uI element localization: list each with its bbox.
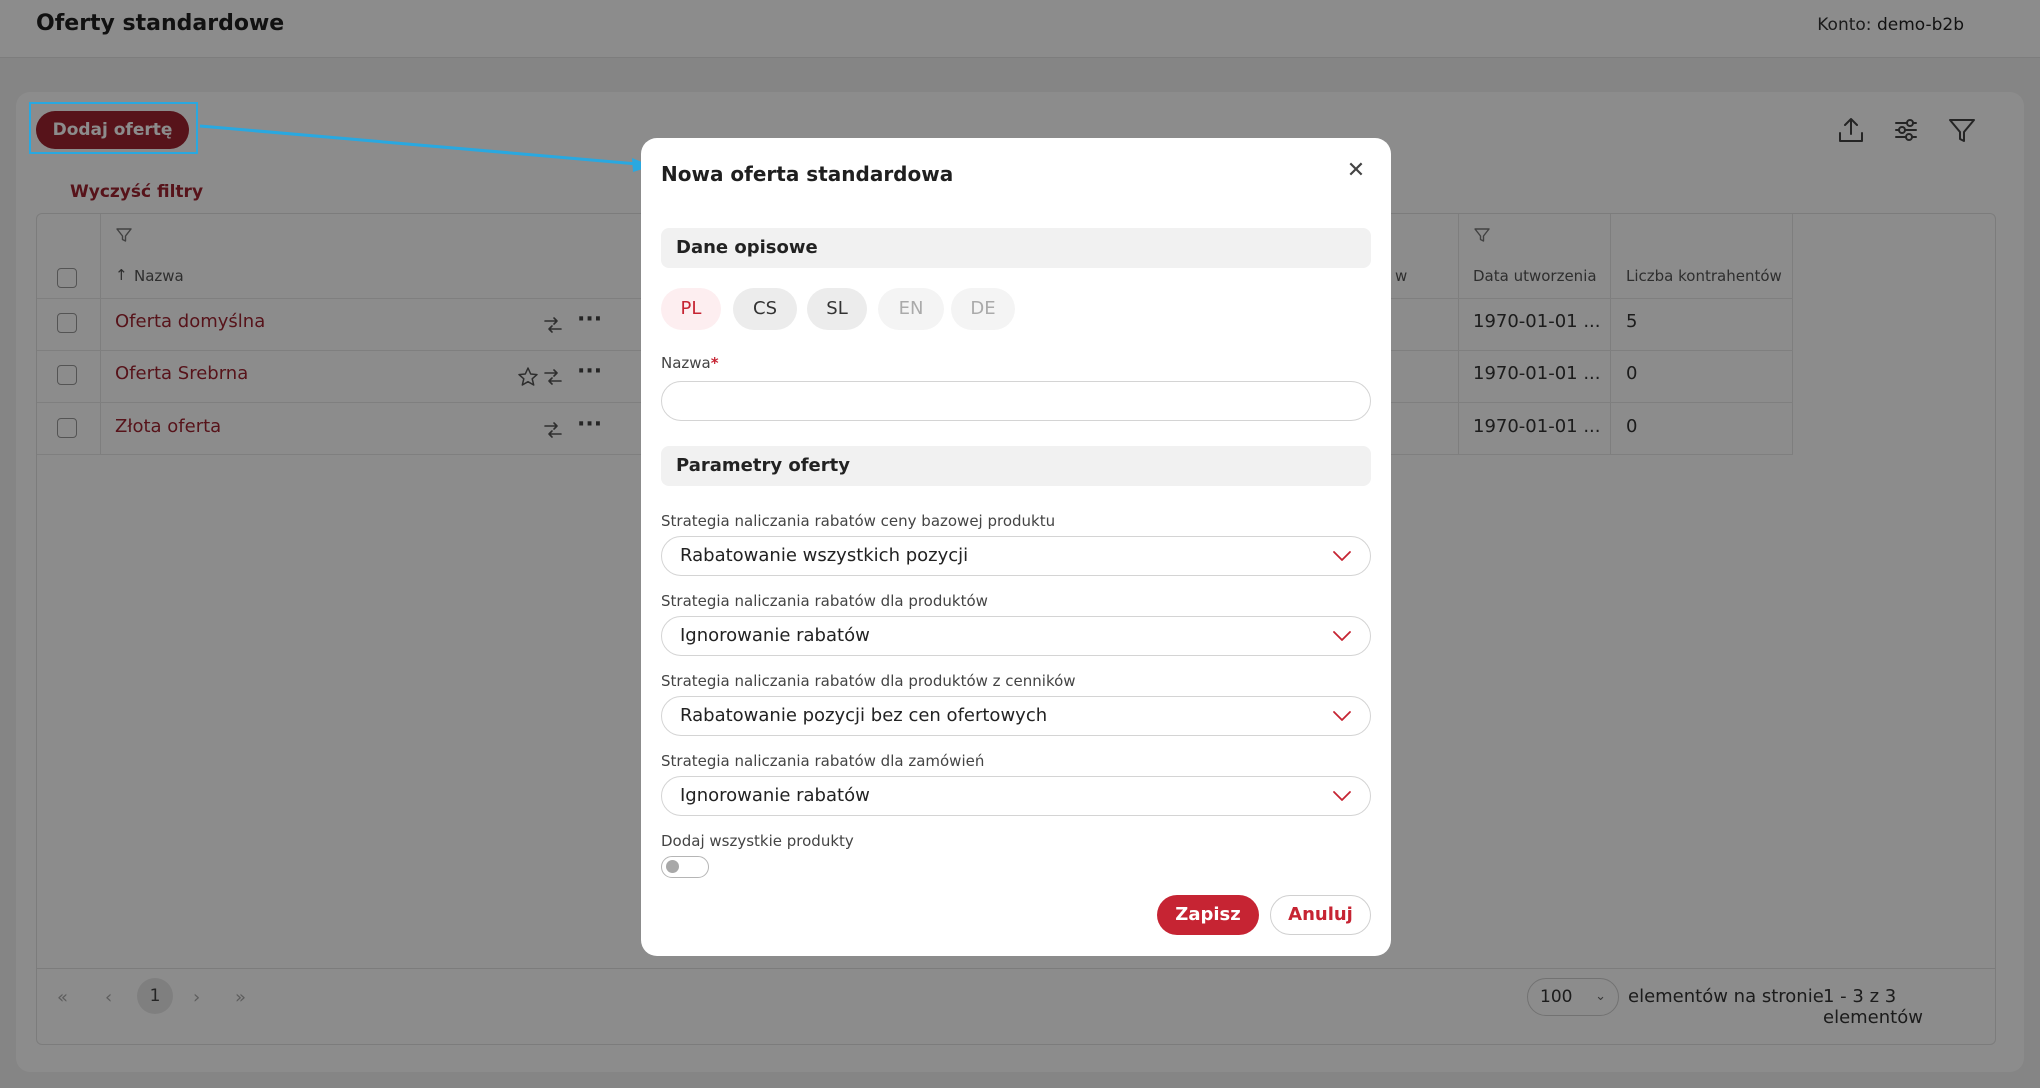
toggle-knob <box>666 860 679 873</box>
add-all-products-toggle[interactable] <box>661 856 709 878</box>
strategy-pricelist-select[interactable]: Rabatowanie pozycji bez cen ofertowych <box>661 696 1371 736</box>
lang-tab-de: DE <box>951 288 1015 330</box>
add-all-products-label: Dodaj wszystkie produkty <box>661 832 854 850</box>
strategy-products-select[interactable]: Ignorowanie rabatów <box>661 616 1371 656</box>
lang-tab-pl[interactable]: PL <box>661 288 721 330</box>
chevron-down-icon <box>1333 551 1351 561</box>
name-label: Nazwa* <box>661 354 719 372</box>
strategy-base-price-value: Rabatowanie wszystkich pozycji <box>680 545 969 566</box>
strategy-pricelist-value: Rabatowanie pozycji bez cen ofertowych <box>680 705 1048 726</box>
strategy-orders-value: Ignorowanie rabatów <box>680 785 870 806</box>
chevron-down-icon <box>1333 791 1351 801</box>
lang-tab-sl[interactable]: SL <box>807 288 867 330</box>
strategy-orders-label: Strategia naliczania rabatów dla zamówie… <box>661 752 985 770</box>
strategy-orders-select[interactable]: Ignorowanie rabatów <box>661 776 1371 816</box>
required-mark: * <box>710 354 719 372</box>
new-offer-dialog: Nowa oferta standardowa ✕ Dane opisowe P… <box>641 138 1391 956</box>
strategy-pricelist-label: Strategia naliczania rabatów dla produkt… <box>661 672 1076 690</box>
strategy-base-price-label: Strategia naliczania rabatów ceny bazowe… <box>661 512 1056 530</box>
strategy-base-price-select[interactable]: Rabatowanie wszystkich pozycji <box>661 536 1371 576</box>
dialog-title: Nowa oferta standardowa <box>661 162 954 186</box>
save-button[interactable]: Zapisz <box>1157 895 1259 935</box>
name-input[interactable] <box>661 381 1371 421</box>
name-label-text: Nazwa <box>661 354 711 372</box>
section-params: Parametry oferty <box>661 446 1371 486</box>
lang-tab-en: EN <box>878 288 944 330</box>
strategy-products-label: Strategia naliczania rabatów dla produkt… <box>661 592 988 610</box>
chevron-down-icon <box>1333 631 1351 641</box>
close-icon[interactable]: ✕ <box>1341 156 1371 186</box>
lang-tab-cs[interactable]: CS <box>733 288 797 330</box>
section-descriptive: Dane opisowe <box>661 228 1371 268</box>
strategy-products-value: Ignorowanie rabatów <box>680 625 870 646</box>
chevron-down-icon <box>1333 711 1351 721</box>
cancel-button[interactable]: Anuluj <box>1270 895 1371 935</box>
